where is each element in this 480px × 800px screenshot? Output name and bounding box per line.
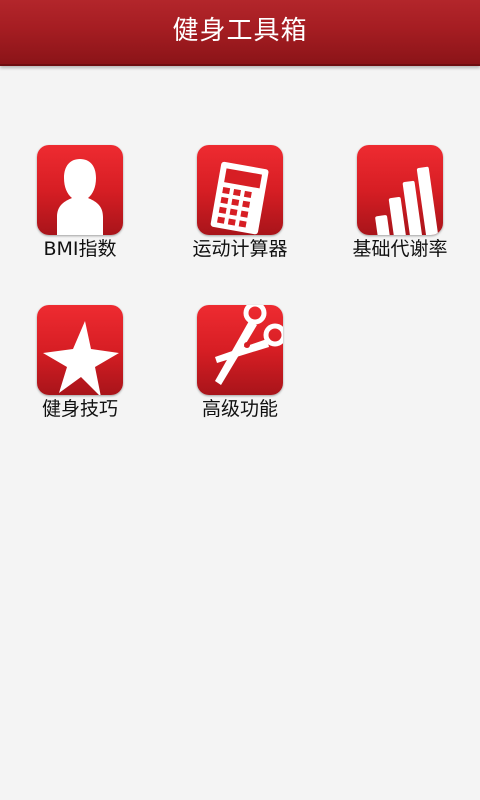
title-bar: 健身工具箱 [0, 0, 480, 66]
bmr-label: 基础代谢率 [352, 238, 448, 260]
grid-item-advanced[interactable]: 高级功能 [160, 305, 310, 445]
exercise-calculator-tile[interactable] [197, 145, 283, 235]
fitness-tips-tile[interactable] [37, 305, 123, 395]
bmi-label: BMI指数 [43, 238, 117, 260]
fitness-tips-label: 健身技巧 [41, 398, 118, 420]
exercise-calculator-label: 运动计算器 [192, 238, 288, 260]
person-silhouette-icon [57, 159, 103, 235]
grid-item-bmr[interactable]: 基础代谢率 [320, 145, 470, 285]
advanced-tile[interactable] [197, 305, 283, 395]
page-title: 健身工具箱 [172, 16, 308, 46]
calculator-icon [210, 161, 269, 235]
grid-item-exercise-calculator[interactable]: 运动计算器 [160, 145, 310, 285]
bmi-tile[interactable] [37, 145, 123, 235]
star-icon [43, 321, 119, 395]
bmr-tile[interactable] [357, 145, 443, 235]
grid-item-bmi[interactable]: BMI指数 [0, 145, 150, 285]
advanced-label: 高级功能 [201, 398, 278, 420]
grid-item-fitness-tips[interactable]: 健身技巧 [0, 305, 150, 445]
scissors-icon [215, 305, 283, 385]
bar-chart-icon [375, 166, 439, 235]
